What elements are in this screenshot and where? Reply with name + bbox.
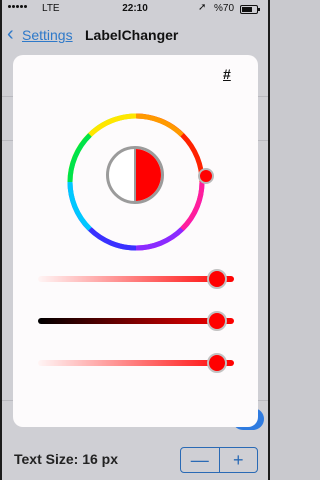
location-arrow-icon: ➚ [198,2,207,13]
back-button[interactable]: Settings [22,27,73,43]
text-size-label: Text Size: 16 px [14,451,119,467]
color-preview [106,146,164,204]
slider-thumb-hue[interactable] [207,269,227,289]
screen: LTE 22:10 ➚ %70 ‹ Settings LabelChanger … [2,0,268,480]
slider-track-hue[interactable] [38,276,234,282]
hue-wheel-knob[interactable] [198,168,214,184]
slider-thumb-saturation[interactable] [207,311,227,331]
increment-button[interactable]: + [220,448,258,472]
preview-divider [134,149,136,201]
chevron-left-icon[interactable]: ‹ [7,24,14,44]
slider-track-brightness[interactable] [38,360,234,366]
page-title: LabelChanger [85,27,179,43]
status-bar: LTE 22:10 ➚ %70 [2,0,268,18]
slider-thumb-brightness[interactable] [207,353,227,373]
navigation-bar: ‹ Settings LabelChanger [2,20,268,50]
hex-input-button[interactable]: # [223,66,231,82]
text-size-stepper[interactable]: — + [180,447,258,473]
battery-icon [240,5,260,14]
selected-color-swatch [135,149,161,201]
decrement-button[interactable]: — [181,448,219,472]
slider-track-saturation[interactable] [38,318,234,324]
battery-percent: %70 [214,3,235,14]
